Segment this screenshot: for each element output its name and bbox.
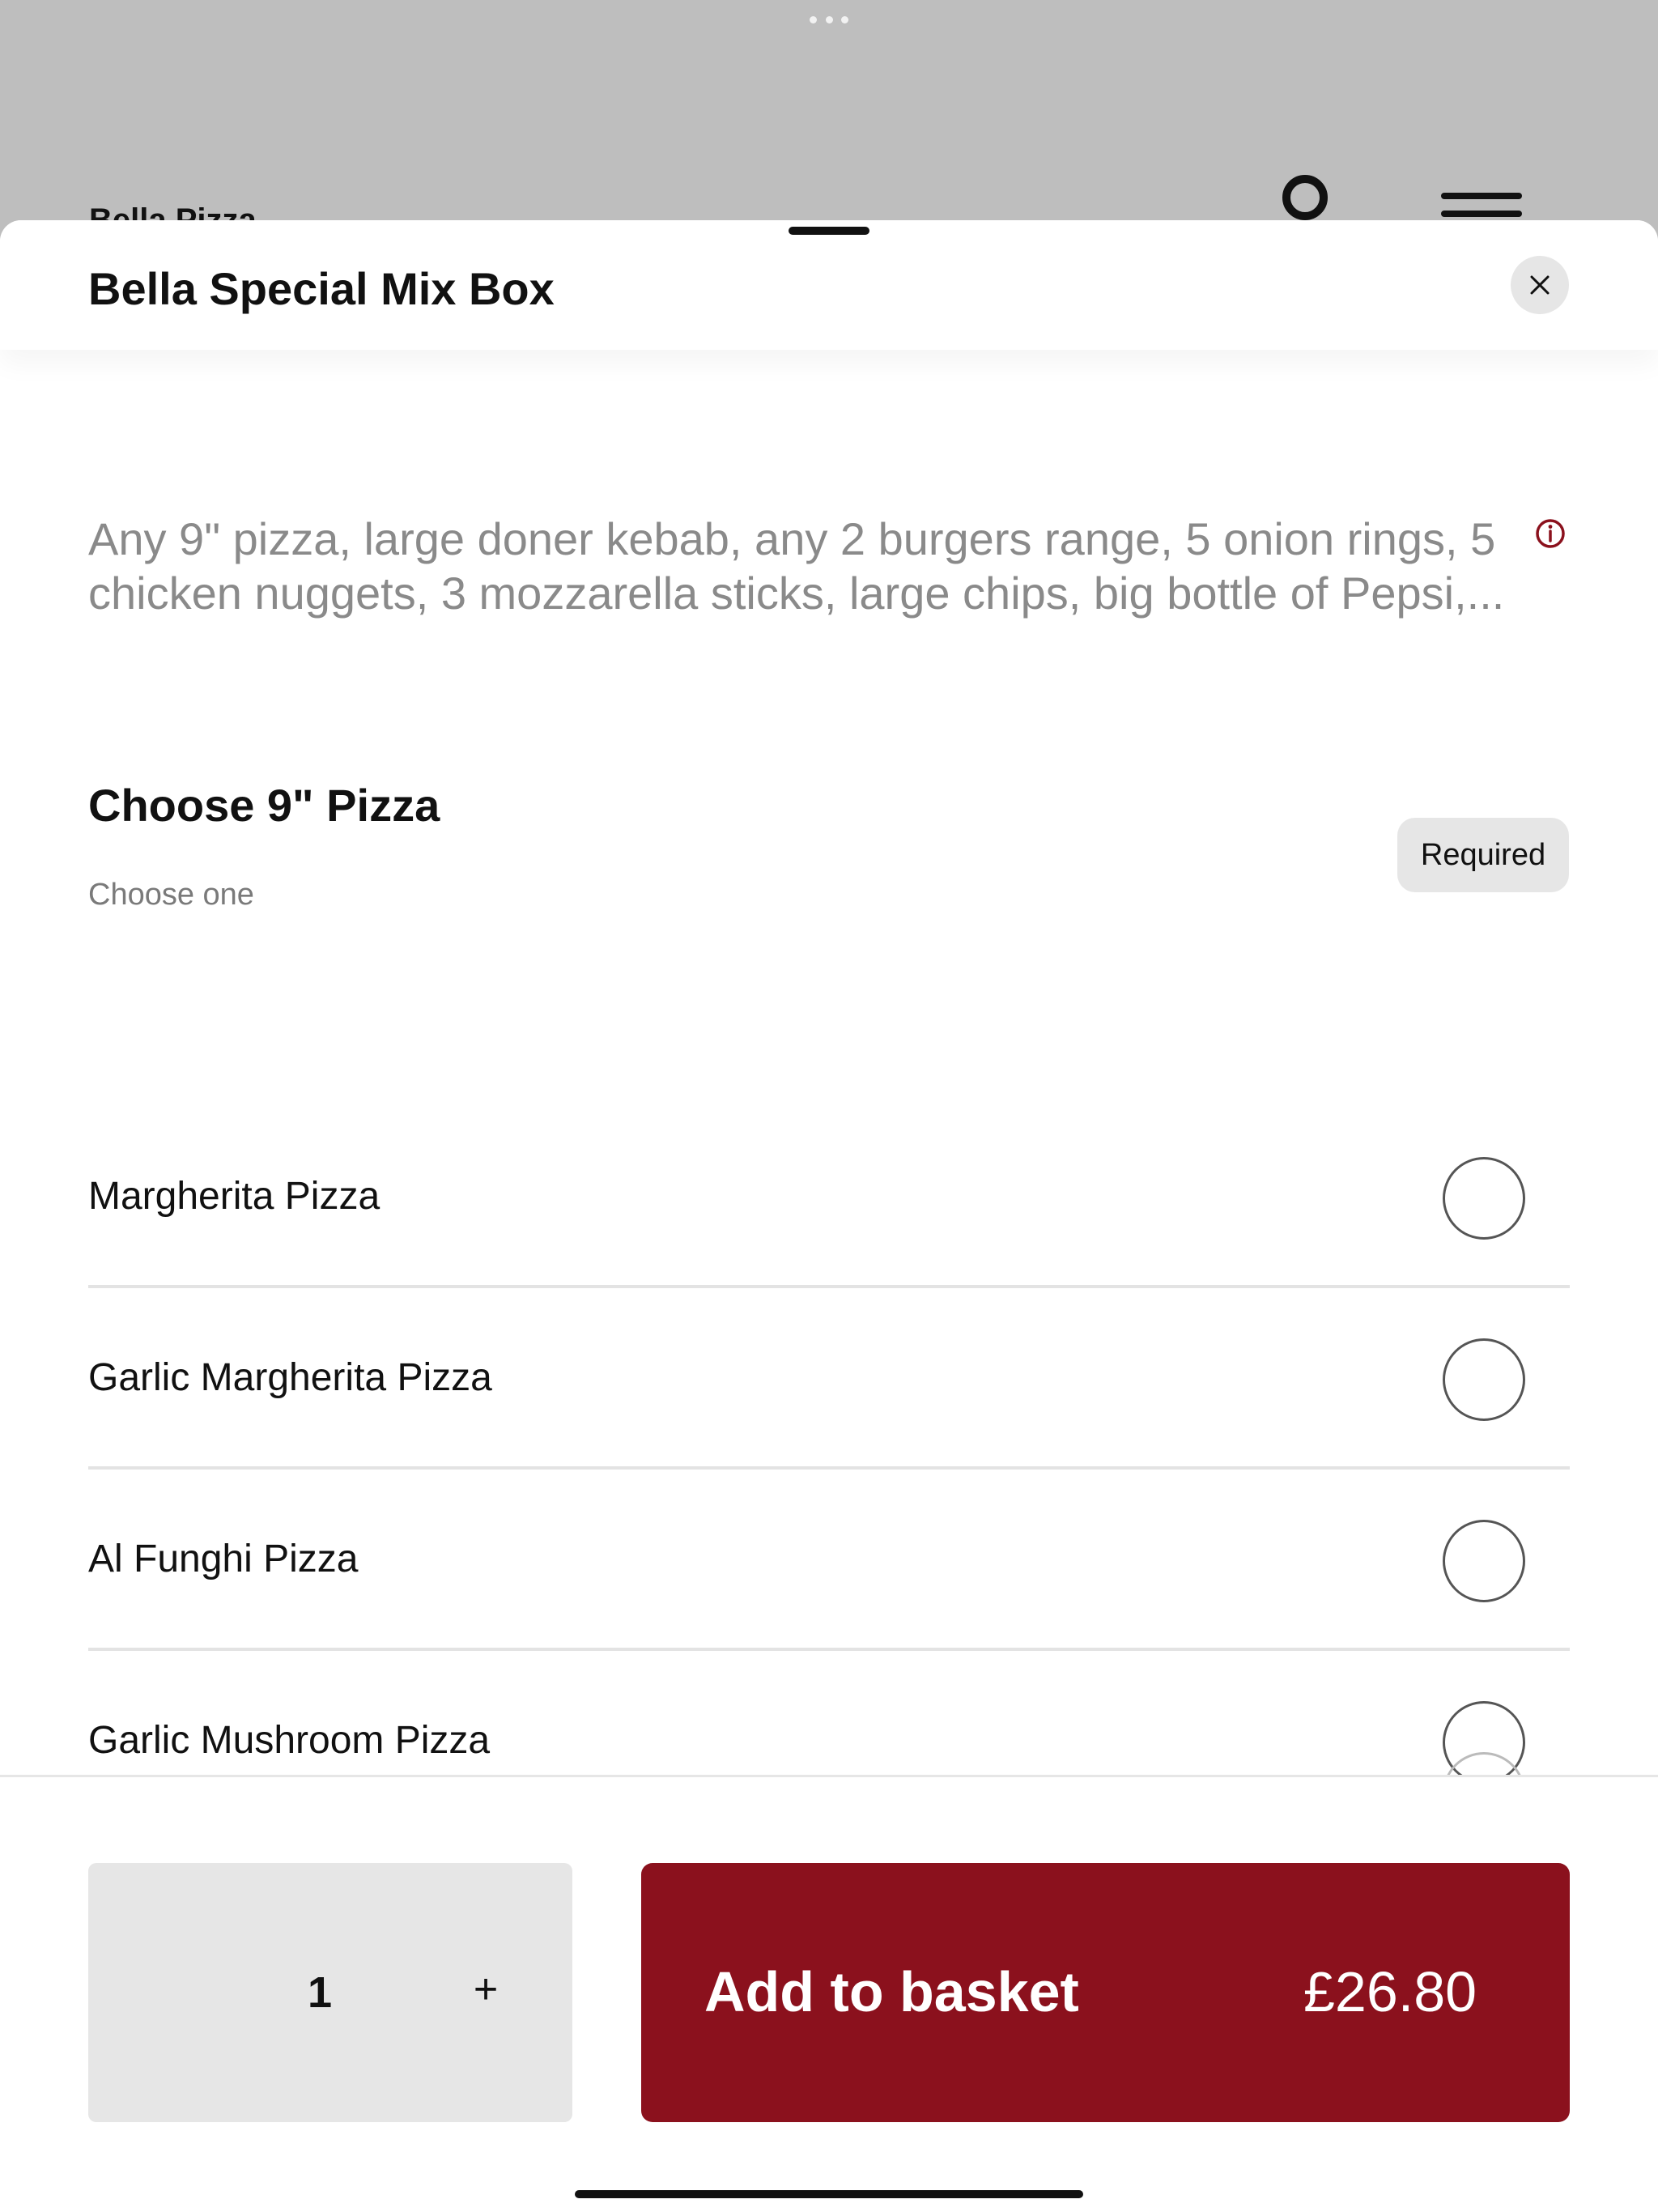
quantity-value: 1	[308, 1968, 333, 2017]
option-label: Margherita Pizza	[88, 1174, 380, 1218]
option-margherita-pizza[interactable]: Margherita Pizza	[88, 1107, 1570, 1288]
home-indicator[interactable]	[575, 2190, 1083, 2198]
add-to-basket-price: £26.80	[1303, 1960, 1477, 2023]
add-to-basket-label: Add to basket	[704, 1960, 1079, 2023]
radio-button[interactable]	[1443, 1520, 1525, 1602]
sheet-title: Bella Special Mix Box	[88, 263, 555, 314]
section-subtitle: Choose one	[88, 878, 254, 912]
radio-button[interactable]	[1443, 1338, 1525, 1421]
quantity-increment-button[interactable]: +	[461, 1961, 510, 2018]
option-garlic-margherita-pizza[interactable]: Garlic Margherita Pizza	[88, 1288, 1570, 1470]
required-badge: Required	[1397, 818, 1569, 892]
info-icon[interactable]	[1535, 518, 1566, 549]
sheet-header: Bella Special Mix Box	[0, 220, 1658, 350]
radio-button[interactable]	[1443, 1157, 1525, 1240]
multitasking-dots-icon[interactable]	[810, 15, 848, 24]
close-button[interactable]	[1511, 256, 1569, 314]
background-app: Bella Pizza	[0, 0, 1658, 238]
section-title: Choose 9" Pizza	[88, 780, 440, 831]
pizza-options-list: Margherita Pizza Garlic Margherita Pizza…	[88, 1107, 1570, 1832]
option-label: Garlic Margherita Pizza	[88, 1355, 492, 1399]
option-label: Al Funghi Pizza	[88, 1537, 359, 1580]
option-al-funghi-pizza[interactable]: Al Funghi Pizza	[88, 1470, 1570, 1651]
sheet-grabber[interactable]	[789, 227, 869, 235]
product-description: Any 9" pizza, large doner kebab, any 2 b…	[88, 513, 1505, 619]
close-icon	[1530, 275, 1550, 295]
option-label: Garlic Mushroom Pizza	[88, 1718, 491, 1762]
account-icon[interactable]	[1282, 175, 1328, 220]
